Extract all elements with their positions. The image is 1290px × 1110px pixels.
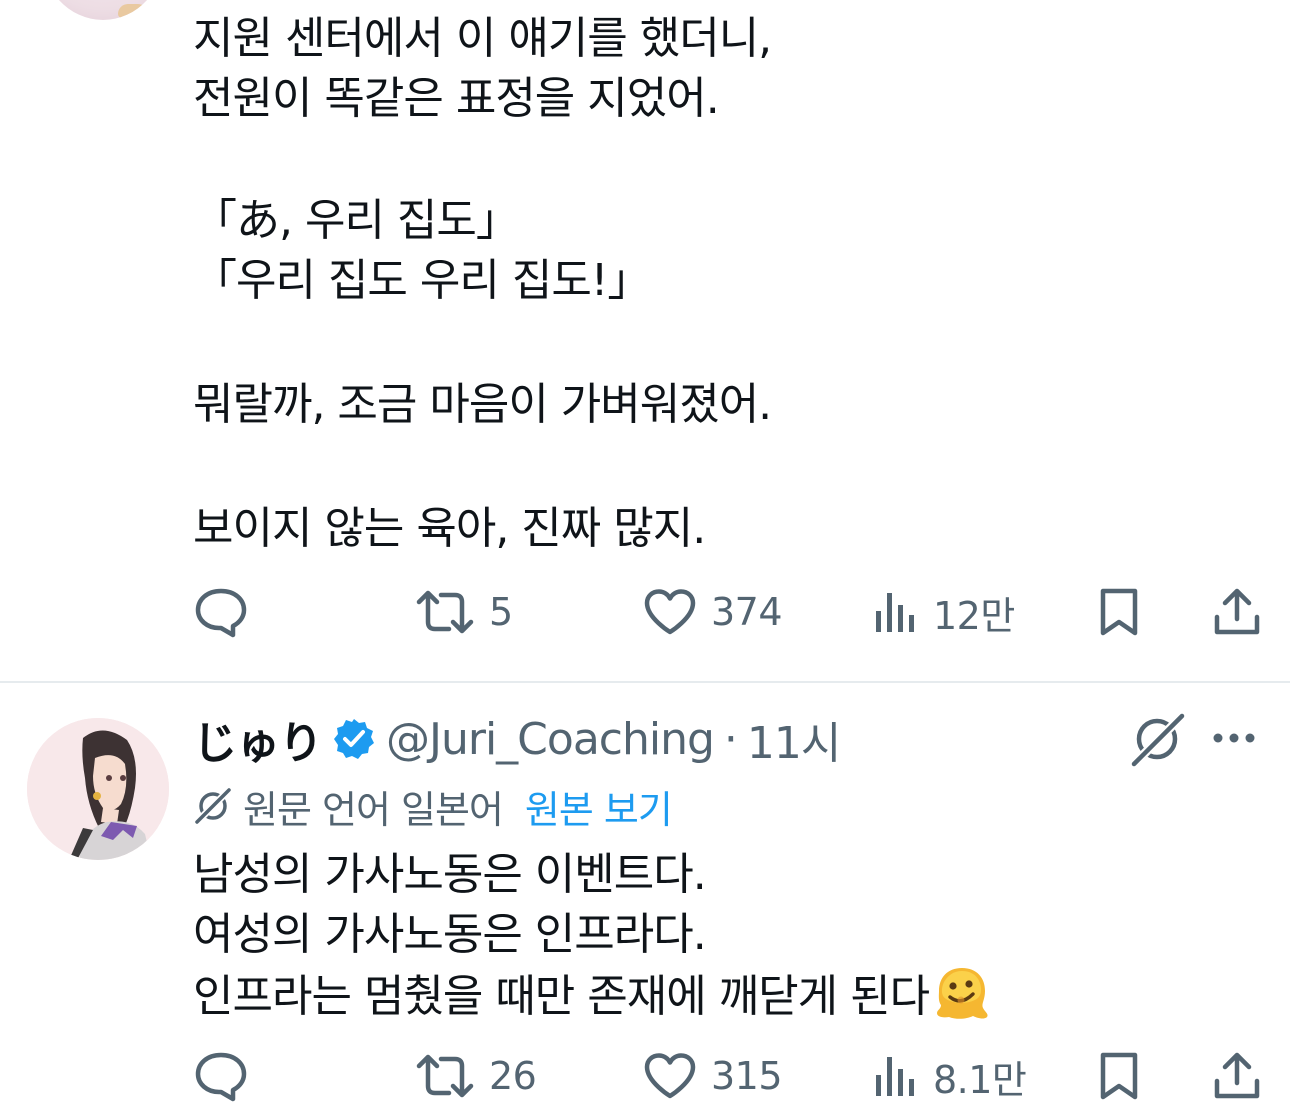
retweet-count: 5: [489, 590, 513, 634]
post-action-bar: 5 374 12만: [193, 582, 1268, 642]
display-name[interactable]: じゅり: [193, 707, 323, 771]
avatar-illustration: [118, 4, 148, 18]
bookmark-button[interactable]: [1097, 582, 1141, 642]
views-count: 12만: [933, 593, 1015, 638]
post-text-line: 남성의 가사노동은 이벤트다.: [193, 849, 707, 900]
like-count: 315: [711, 1054, 783, 1098]
post-text-line: 인프라는 멈췄을 때만 존재에 깨닫게 된다: [193, 966, 991, 1028]
timeline: 지원 센터에서 이 얘기를 했더니, 전원이 똑같은 표정을 지었어. 「あ, …: [0, 0, 1290, 1110]
views-button[interactable]: 12만: [873, 582, 1015, 642]
views-count: 8.1만: [933, 1057, 1027, 1102]
post-action-bar: 26 315 8.1만: [193, 1046, 1268, 1106]
post-text-segment: 인프라는 멈췄을 때만 존재에 깨닫게 된다: [193, 971, 930, 1022]
verified-badge-icon[interactable]: [332, 717, 376, 761]
share-button[interactable]: [1213, 582, 1261, 642]
translation-notice: 원문 언어 일본어 원본 보기: [193, 778, 673, 834]
bookmark-icon: [1100, 1052, 1138, 1100]
melting-face-emoji: [937, 968, 988, 1019]
share-icon: [1214, 1052, 1260, 1099]
retweet-icon: [416, 590, 474, 634]
bookmark-icon: [1100, 588, 1138, 636]
post-text-line: 「あ, 우리 집도」: [193, 195, 520, 246]
translation-label: 원문 언어 일본어: [243, 787, 504, 832]
show-original-link[interactable]: 원본 보기: [525, 779, 673, 834]
post-divider: [0, 681, 1290, 683]
post-text-line: 전원이 똑같은 표정을 지었어.: [193, 73, 720, 124]
post-text-line: 지원 센터에서 이 얘기를 했더니,: [193, 13, 772, 64]
more-icon[interactable]: [1212, 728, 1256, 748]
avatar[interactable]: [27, 718, 169, 860]
views-button[interactable]: 8.1만: [873, 1046, 1027, 1106]
user-handle[interactable]: @Juri_Coaching: [386, 714, 715, 765]
bookmark-button[interactable]: [1097, 1046, 1141, 1106]
avatar-illustration: [27, 718, 169, 860]
retweet-icon: [416, 1054, 474, 1098]
grok-icon: [194, 787, 232, 825]
post-header: じゅり @Juri_Coaching · 11시: [193, 707, 841, 771]
like-count: 374: [711, 590, 783, 634]
views-icon: [876, 593, 914, 632]
reply-button[interactable]: [193, 582, 249, 642]
like-button[interactable]: 315: [643, 1046, 783, 1106]
post-text-line: 「우리 집도 우리 집도!」: [193, 255, 651, 306]
heart-icon: [644, 589, 696, 635]
retweet-button[interactable]: 5: [415, 582, 513, 642]
reply-icon: [195, 588, 247, 638]
retweet-count: 26: [489, 1054, 537, 1098]
views-icon: [876, 1057, 914, 1096]
post-text-line: 여성의 가사노동은 인프라다.: [193, 909, 707, 960]
share-button[interactable]: [1213, 1046, 1261, 1106]
like-button[interactable]: 374: [643, 582, 783, 642]
share-icon: [1214, 588, 1260, 635]
grok-icon[interactable]: [1128, 710, 1186, 768]
reply-button[interactable]: [193, 1046, 249, 1106]
post-text-line: 뭐랄까, 조금 마음이 가벼워졌어.: [193, 379, 772, 430]
retweet-button[interactable]: 26: [415, 1046, 537, 1106]
reply-icon: [195, 1052, 247, 1102]
separator-dot: ·: [723, 713, 738, 765]
post-text-line: 보이지 않는 육아, 진짜 많지.: [193, 503, 706, 554]
heart-icon: [644, 1053, 696, 1099]
avatar[interactable]: [40, 0, 166, 20]
post-time[interactable]: 11시: [747, 707, 841, 771]
